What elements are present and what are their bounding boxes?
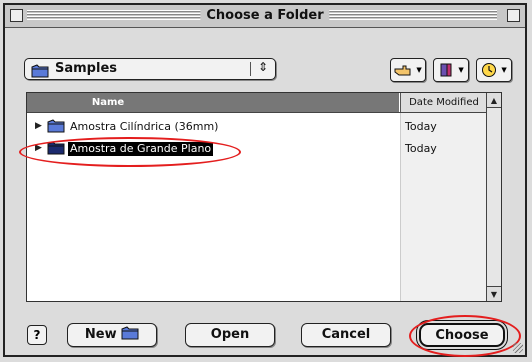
title-bar[interactable]: Choose a Folder — [5, 5, 525, 28]
new-folder-label: New — [84, 327, 117, 342]
list-item-date: Today — [405, 120, 437, 133]
clock-icon — [481, 62, 501, 77]
open-button[interactable]: Open — [185, 323, 275, 347]
cancel-button[interactable]: Cancel — [301, 323, 391, 347]
vertical-scrollbar[interactable]: ▲ ▼ — [486, 93, 501, 301]
shortcuts-button[interactable]: ▼ — [390, 58, 426, 82]
list-item-name: Amostra de Grande Plano — [68, 142, 214, 156]
list-header: Name Date Modified — [27, 93, 487, 113]
button-bar: ? New Open Cancel Choose — [5, 311, 525, 355]
choose-button[interactable]: Choose — [419, 323, 505, 347]
recent-button[interactable]: ▼ — [476, 58, 512, 82]
window-title: Choose a Folder — [200, 7, 330, 25]
choose-folder-window: Choose a Folder Samples ⇕ ▼ ▼ ▼ Name Dat… — [3, 3, 527, 357]
zoom-box[interactable] — [507, 9, 520, 22]
folder-icon — [47, 119, 65, 136]
disclosure-triangle-icon[interactable]: ▶ — [35, 121, 42, 131]
pointing-hand-icon — [394, 62, 416, 77]
popup-divider — [250, 62, 251, 76]
updown-arrows-icon: ⇕ — [257, 60, 268, 74]
scroll-up-arrow-icon[interactable]: ▲ — [487, 93, 501, 108]
list-item-date: Today — [405, 142, 437, 155]
favorites-button[interactable]: ▼ — [433, 58, 469, 82]
close-box[interactable] — [10, 9, 23, 22]
folder-icon — [31, 63, 49, 82]
dropdown-triangle-icon: ▼ — [501, 66, 507, 74]
location-popup-label: Samples — [55, 61, 117, 76]
folder-icon — [47, 141, 65, 158]
column-header-date[interactable]: Date Modified — [400, 93, 487, 112]
folder-list[interactable]: Name Date Modified ▶ Amostra Cilíndrica … — [26, 92, 502, 302]
help-button[interactable]: ? — [27, 325, 47, 345]
column-header-name[interactable]: Name — [27, 93, 399, 112]
folder-icon — [121, 326, 139, 342]
list-item-name: Amostra Cilíndrica (36mm) — [70, 120, 219, 133]
list-item-selected[interactable]: ▶ Amostra de Grande Plano Today — [27, 139, 487, 159]
scroll-down-arrow-icon[interactable]: ▼ — [487, 286, 501, 301]
location-popup[interactable]: Samples ⇕ — [24, 58, 276, 80]
disclosure-triangle-icon[interactable]: ▶ — [35, 143, 42, 153]
resize-grip-icon[interactable] — [513, 343, 523, 353]
favorites-book-icon — [438, 62, 458, 77]
dropdown-triangle-icon: ▼ — [416, 66, 422, 74]
dropdown-triangle-icon: ▼ — [458, 66, 464, 74]
new-folder-button[interactable]: New — [67, 323, 157, 347]
list-item[interactable]: ▶ Amostra Cilíndrica (36mm) Today — [27, 117, 487, 137]
